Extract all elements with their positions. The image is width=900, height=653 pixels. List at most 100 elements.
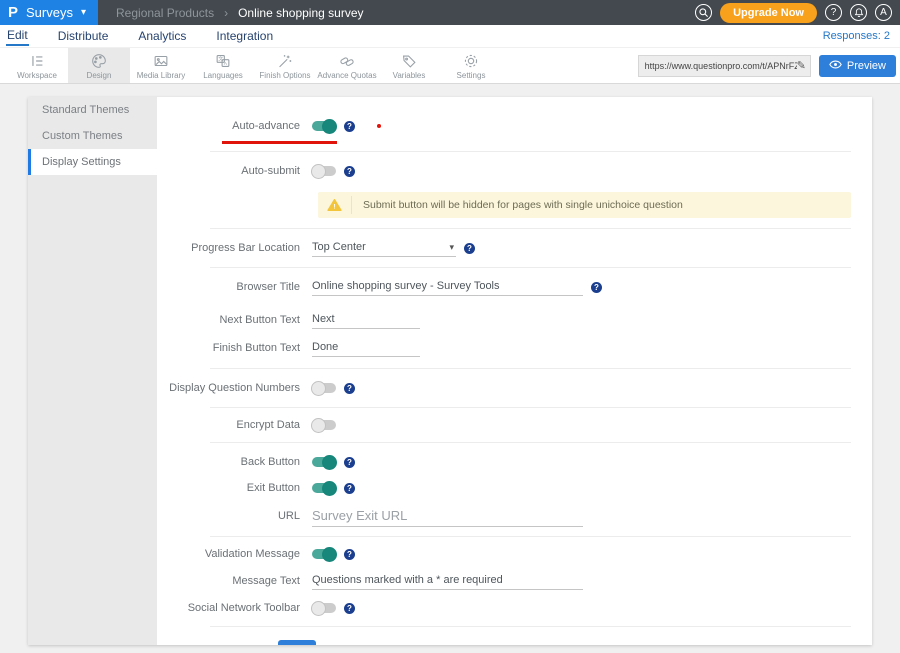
- exit-button-toggle[interactable]: [312, 483, 336, 493]
- back-button-toggle[interactable]: [312, 457, 336, 467]
- breadcrumb-current: Online shopping survey: [238, 6, 363, 20]
- next-button-text-label: Next Button Text: [157, 314, 300, 326]
- breadcrumb-parent[interactable]: Regional Products: [116, 6, 214, 20]
- tab-integration[interactable]: Integration: [215, 28, 274, 45]
- chevron-down-icon: ▾: [449, 242, 454, 253]
- preview-button[interactable]: Preview: [819, 55, 896, 77]
- sidebar-item-display-settings[interactable]: Display Settings: [28, 149, 157, 175]
- breadcrumb-separator: ›: [224, 6, 228, 20]
- variables-tag-icon: [400, 52, 418, 70]
- browser-title-row: Browser Title ?: [157, 268, 872, 306]
- svg-text:文: 文: [218, 55, 223, 62]
- annotation-red-dot: [377, 124, 381, 128]
- progress-bar-location-select[interactable]: Top Center ▾: [312, 239, 456, 257]
- message-text-input[interactable]: [312, 572, 583, 590]
- advance-quotas-icon: [338, 52, 356, 70]
- workspace-icon: [28, 52, 46, 70]
- auto-advance-help-icon[interactable]: ?: [344, 121, 355, 132]
- back-button-label: Back Button: [157, 456, 300, 468]
- top-bar: P Surveys ▾ Regional Products › Online s…: [0, 0, 900, 25]
- sidebar-item-custom-themes[interactable]: Custom Themes: [28, 123, 157, 149]
- divider: [210, 536, 851, 537]
- survey-url-box: ✎: [638, 55, 811, 77]
- exit-button-help-icon[interactable]: ?: [344, 483, 355, 494]
- toolbar-item-settings[interactable]: Settings: [440, 48, 502, 83]
- product-name: Surveys: [26, 5, 73, 20]
- toolbar-item-advance-quotas[interactable]: Advance Quotas: [316, 48, 378, 83]
- divider: [210, 626, 851, 627]
- finish-button-text-row: Finish Button Text: [157, 334, 872, 362]
- toolbar-right: ✎ Preview: [638, 48, 900, 83]
- toolbar-item-variables[interactable]: Variables: [378, 48, 440, 83]
- toolbar-item-finish-options[interactable]: Finish Options: [254, 48, 316, 83]
- divider: [210, 442, 851, 443]
- auto-submit-row: Auto-submit ?: [157, 152, 872, 190]
- social-network-toolbar-label: Social Network Toolbar: [157, 602, 300, 614]
- responses-count[interactable]: Responses: 2: [823, 30, 890, 42]
- auto-submit-toggle[interactable]: [312, 166, 336, 176]
- media-library-icon: [152, 52, 170, 70]
- display-question-numbers-help-icon[interactable]: ?: [344, 383, 355, 394]
- back-button-help-icon[interactable]: ?: [344, 457, 355, 468]
- social-network-toolbar-help-icon[interactable]: ?: [344, 603, 355, 614]
- progress-bar-location-row: Progress Bar Location Top Center ▾ ?: [157, 229, 872, 267]
- chevron-down-icon: ▾: [81, 7, 86, 18]
- exit-url-row: URL: [157, 500, 872, 532]
- edit-url-pencil-icon[interactable]: ✎: [797, 59, 806, 72]
- surveys-menu[interactable]: P Surveys ▾: [0, 0, 98, 25]
- validation-message-help-icon[interactable]: ?: [344, 549, 355, 560]
- save-area: Save: [278, 640, 872, 645]
- questionpro-logo: P: [8, 5, 18, 20]
- display-question-numbers-label: Display Question Numbers: [157, 382, 300, 394]
- toolbar-item-media-library[interactable]: Media Library: [130, 48, 192, 83]
- validation-message-label: Validation Message: [157, 548, 300, 560]
- auto-submit-help-icon[interactable]: ?: [344, 166, 355, 177]
- toolbar-item-languages[interactable]: 文A Languages: [192, 48, 254, 83]
- upgrade-now-button[interactable]: Upgrade Now: [720, 3, 817, 23]
- finish-button-text-label: Finish Button Text: [157, 342, 300, 354]
- browser-title-help-icon[interactable]: ?: [591, 282, 602, 293]
- encrypt-data-toggle[interactable]: [312, 420, 336, 430]
- display-settings-panel: Standard Themes Custom Themes Display Se…: [28, 97, 872, 645]
- exit-url-label: URL: [157, 510, 300, 522]
- finish-button-text-input[interactable]: [312, 339, 420, 357]
- help-menu-icon[interactable]: ?: [825, 4, 842, 21]
- annotation-red-underline: [222, 141, 337, 144]
- settings-form: Auto-advance ? Auto-submit ? ! Submit bu…: [157, 97, 872, 645]
- auto-advance-toggle[interactable]: [312, 121, 336, 131]
- toolbar-item-workspace[interactable]: Workspace: [6, 48, 68, 83]
- eye-icon: [829, 60, 842, 72]
- settings-gear-icon: [462, 52, 480, 70]
- toolbar-item-design[interactable]: Design: [68, 48, 130, 83]
- svg-text:!: !: [333, 203, 335, 210]
- tab-distribute[interactable]: Distribute: [57, 28, 110, 45]
- progress-bar-help-icon[interactable]: ?: [464, 243, 475, 254]
- browser-title-input[interactable]: [312, 278, 583, 296]
- avatar[interactable]: A: [875, 4, 892, 21]
- progress-bar-location-value: Top Center: [312, 241, 366, 253]
- validation-message-row: Validation Message ?: [157, 540, 872, 568]
- search-icon[interactable]: [695, 4, 712, 21]
- section-nav: Edit Distribute Analytics Integration Re…: [0, 25, 900, 47]
- notifications-bell-icon[interactable]: [850, 4, 867, 21]
- warning-triangle-icon: !: [318, 196, 352, 214]
- next-button-text-row: Next Button Text: [157, 306, 872, 334]
- validation-message-toggle[interactable]: [312, 549, 336, 559]
- tab-analytics[interactable]: Analytics: [137, 28, 187, 45]
- survey-url-input[interactable]: [645, 61, 797, 71]
- save-button[interactable]: Save: [278, 640, 316, 645]
- display-question-numbers-toggle[interactable]: [312, 383, 336, 393]
- social-network-toolbar-toggle[interactable]: [312, 603, 336, 613]
- social-network-toolbar-row: Social Network Toolbar ?: [157, 594, 872, 622]
- back-button-row: Back Button ?: [157, 448, 872, 476]
- browser-title-label: Browser Title: [157, 281, 300, 293]
- display-question-numbers-row: Display Question Numbers ?: [157, 369, 872, 407]
- tab-edit[interactable]: Edit: [6, 27, 29, 46]
- themes-sidebar: Standard Themes Custom Themes Display Se…: [28, 97, 157, 645]
- exit-button-row: Exit Button ?: [157, 476, 872, 500]
- auto-advance-label: Auto-advance: [157, 120, 300, 132]
- exit-url-input[interactable]: [312, 506, 583, 527]
- sidebar-item-standard-themes[interactable]: Standard Themes: [28, 97, 157, 123]
- message-text-row: Message Text: [157, 568, 872, 594]
- next-button-text-input[interactable]: [312, 311, 420, 329]
